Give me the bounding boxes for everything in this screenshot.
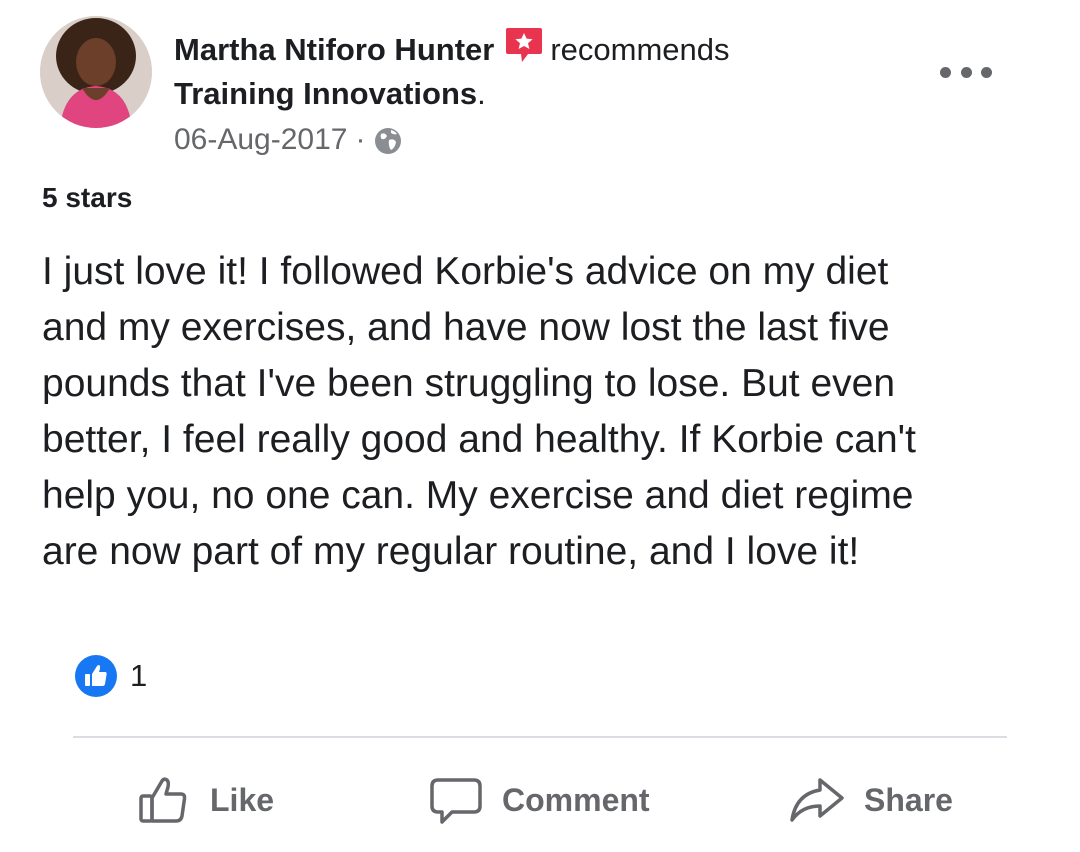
more-dots-icon [981,66,992,78]
action-text: recommends [550,32,730,67]
meta-separator: · [355,123,366,156]
reactions-summary[interactable]: 1 [74,654,147,698]
like-label: Like [210,781,275,818]
review-line: and my exercises, and have now lost the … [42,306,890,349]
post-header: Martha Ntiforo Hunter recommends [174,26,730,72]
recommend-star-icon [504,26,544,64]
share-label: Share [864,781,953,818]
like-reaction-icon [74,654,118,698]
comment-button[interactable]: Comment [428,760,650,840]
comment-label: Comment [502,781,650,818]
action-bar: Like Comment Share [0,760,1080,840]
review-line: better, I feel really good and healthy. … [42,418,916,461]
review-body: I just love it! I followed Korbie's advi… [42,244,1052,580]
post-date[interactable]: 06-Aug-2017 [174,118,347,162]
comment-bubble-icon [430,778,482,824]
review-line: pounds that I've been struggling to lose… [42,362,896,405]
avatar[interactable] [40,16,152,128]
more-options-button[interactable] [940,58,992,86]
reaction-count: 1 [130,658,148,693]
review-line: help you, no one can. My exercise and di… [42,474,914,517]
review-line: I just love it! I followed Korbie's advi… [42,250,889,293]
author-name[interactable]: Martha Ntiforo Hunter [174,32,494,67]
share-arrow-icon [790,778,844,822]
page-name-line: Training Innovations. [174,72,486,116]
thumbs-up-icon [139,777,187,823]
more-dots-icon [940,66,951,78]
review-post: Martha Ntiforo Hunter recommends Trainin… [0,0,1080,852]
globe-icon [373,125,403,155]
divider [73,736,1007,738]
like-button[interactable]: Like [136,760,274,840]
post-meta: 06-Aug-2017 · [174,118,403,162]
page-name[interactable]: Training Innovations [174,76,477,111]
share-button[interactable]: Share [788,760,953,840]
rating-label: 5 stars [42,182,133,213]
more-dots-icon [960,66,972,78]
page-name-suffix: . [477,76,486,111]
review-line: are now part of my regular routine, and … [42,530,860,573]
